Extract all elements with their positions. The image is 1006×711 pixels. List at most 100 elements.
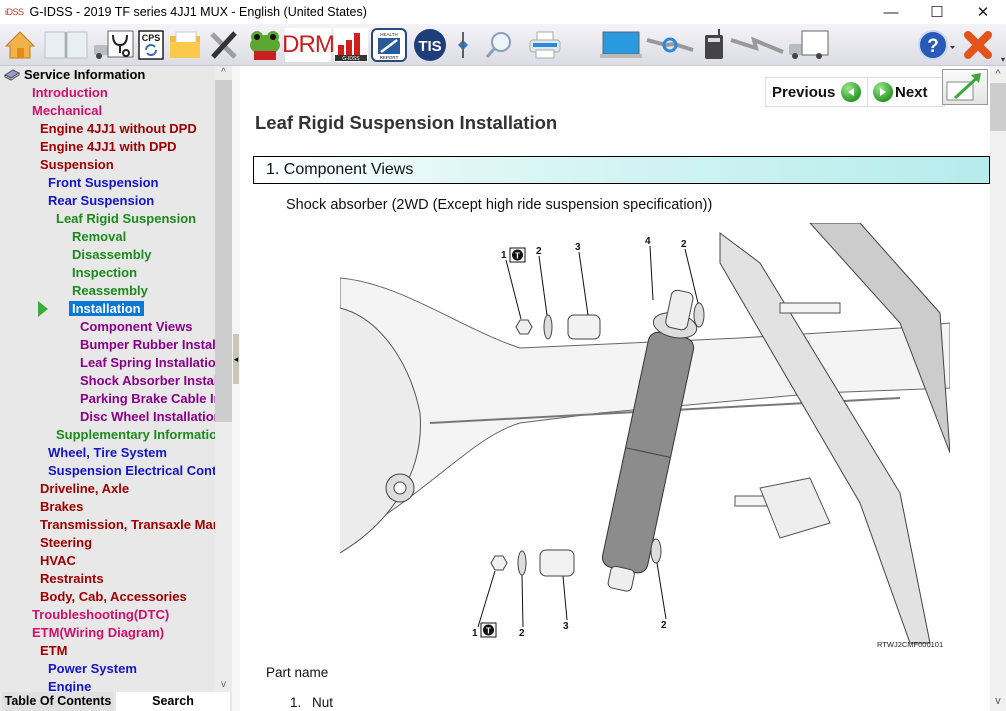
tree-root-label: Service Information bbox=[24, 67, 146, 82]
toolbar-overflow-button[interactable]: ▾ bbox=[1001, 55, 1005, 64]
tree-item[interactable]: Driveline, Axle bbox=[40, 480, 129, 498]
torque-symbol-text-lower: T bbox=[486, 627, 491, 636]
tree-item[interactable]: Shock Absorber Installation bbox=[80, 372, 215, 390]
tree-item[interactable]: Installation bbox=[69, 300, 144, 318]
callout-2-upper-right: 2 bbox=[681, 239, 687, 250]
svg-text:HEALTH: HEALTH bbox=[380, 32, 397, 37]
content-scroll-thumb[interactable] bbox=[990, 83, 1006, 131]
tree-item[interactable]: Wheel, Tire System bbox=[48, 444, 167, 462]
tree-item[interactable]: Suspension Electrical Controls bbox=[48, 462, 215, 480]
service-manual-button[interactable] bbox=[44, 28, 88, 62]
tree-item-label: Leaf Spring Installation bbox=[80, 355, 215, 370]
sidebar-tabs: Table Of Contents Search bbox=[0, 692, 232, 711]
tree-item[interactable]: Engine 4JJ1 with DPD bbox=[40, 138, 177, 156]
tree-item-label: Engine 4JJ1 with DPD bbox=[40, 139, 177, 154]
search-button[interactable] bbox=[482, 28, 516, 62]
tree-item[interactable]: Body, Cab, Accessories bbox=[40, 588, 187, 606]
tree-item[interactable]: Supplementary Information bbox=[56, 426, 215, 444]
previous-arrow-icon bbox=[841, 82, 862, 102]
sidebar-scroll-up[interactable]: ^ bbox=[215, 66, 232, 80]
tree-item[interactable]: Transmission, Transaxle Manual bbox=[40, 516, 215, 534]
tree-root-service-information[interactable]: Service Information bbox=[3, 66, 146, 84]
tree-item[interactable]: Reassembly bbox=[72, 282, 148, 300]
callout-2-upper-left: 2 bbox=[536, 246, 542, 257]
drm-icon: DRM bbox=[282, 31, 335, 58]
section-header: 1. Component Views bbox=[253, 156, 990, 184]
tree-item[interactable]: Suspension bbox=[40, 156, 114, 174]
collapse-sidebar-button[interactable]: ◂ bbox=[233, 334, 239, 384]
health-report-icon: HEALTH REPORT bbox=[371, 28, 407, 62]
diagnostics-button[interactable] bbox=[93, 28, 135, 62]
tis-button[interactable]: TIS bbox=[412, 28, 448, 62]
previous-button[interactable]: Previous bbox=[766, 78, 868, 106]
tree-item[interactable]: Bumper Rubber Installation bbox=[80, 336, 215, 354]
vehicle-button[interactable] bbox=[787, 28, 829, 62]
tab-table-of-contents[interactable]: Table Of Contents bbox=[2, 692, 114, 711]
tree-item[interactable]: Inspection bbox=[72, 264, 137, 282]
exit-button[interactable] bbox=[962, 28, 994, 62]
tree-item[interactable]: Engine bbox=[48, 678, 91, 692]
tree-item[interactable]: Introduction bbox=[32, 84, 108, 102]
tree-item[interactable]: ETM(Wiring Diagram) bbox=[32, 624, 164, 642]
home-button[interactable] bbox=[3, 28, 37, 62]
content-scroll-down[interactable]: v bbox=[990, 693, 1006, 709]
sidebar-scroll-thumb[interactable] bbox=[215, 80, 232, 422]
print-button[interactable] bbox=[527, 28, 563, 62]
tree-item-label: Leaf Rigid Suspension bbox=[56, 211, 197, 226]
sync-button[interactable] bbox=[646, 28, 694, 62]
popout-window-button[interactable] bbox=[942, 69, 988, 105]
tools-button[interactable] bbox=[206, 28, 242, 62]
tree-item[interactable]: Brakes bbox=[40, 498, 83, 516]
tree-item[interactable]: Engine 4JJ1 without DPD bbox=[40, 120, 197, 138]
tree-item[interactable]: Disc Wheel Installation bbox=[80, 408, 215, 426]
minimize-button[interactable]: — bbox=[868, 0, 914, 24]
next-button[interactable]: Next bbox=[868, 78, 944, 106]
tree-item[interactable]: Disassembly bbox=[72, 246, 152, 264]
tree-item[interactable]: Rear Suspension bbox=[48, 192, 154, 210]
tree-item[interactable]: Component Views bbox=[80, 318, 192, 336]
tree-item[interactable]: Mechanical bbox=[32, 102, 102, 120]
tree-item[interactable]: Parking Brake Cable Installation bbox=[80, 390, 215, 408]
open-folder-button[interactable] bbox=[168, 28, 202, 62]
laptop-button[interactable] bbox=[600, 28, 642, 62]
tree-item-label: Mechanical bbox=[32, 103, 103, 118]
tree-item[interactable]: Power System bbox=[48, 660, 137, 678]
tree-item-label: Supplementary Information bbox=[56, 427, 215, 442]
tree-item[interactable]: HVAC bbox=[40, 552, 76, 570]
sidebar-scroll-down[interactable]: v bbox=[215, 678, 232, 692]
tree-item[interactable]: Restraints bbox=[40, 570, 104, 588]
tree-item[interactable]: Removal bbox=[72, 228, 126, 246]
health-report-button[interactable]: HEALTH REPORT bbox=[370, 28, 408, 62]
sidebar-scrollbar[interactable]: ^ v bbox=[215, 66, 232, 692]
splitter-button[interactable] bbox=[454, 28, 470, 62]
tree-item[interactable]: Steering bbox=[40, 534, 92, 552]
tree-item[interactable]: Leaf Spring Installation bbox=[80, 354, 215, 372]
component-view-illustration: 1 T 2 3 4 2 1 T 2 3 2 bbox=[340, 223, 950, 644]
part-name-heading: Part name bbox=[266, 665, 329, 680]
frog-button[interactable] bbox=[248, 28, 282, 62]
tree-item-label: Body, Cab, Accessories bbox=[40, 589, 187, 604]
tree-item[interactable]: Leaf Rigid Suspension bbox=[56, 210, 196, 228]
cps-button[interactable]: CPS bbox=[137, 28, 165, 62]
help-icon: ? bbox=[918, 30, 955, 60]
callout-3-upper: 3 bbox=[575, 242, 581, 253]
tab-search[interactable]: Search bbox=[116, 692, 230, 711]
help-button[interactable]: ? bbox=[917, 28, 957, 62]
connection-button[interactable] bbox=[730, 28, 784, 62]
tree-item[interactable]: Troubleshooting(DTC) bbox=[32, 606, 169, 624]
g-idss-chart-button[interactable]: G-IDSS bbox=[334, 28, 368, 62]
drm-button[interactable]: DRM bbox=[282, 28, 335, 62]
content-scrollbar[interactable]: ^ v bbox=[990, 66, 1006, 711]
tree-item-label: Driveline, Axle bbox=[40, 481, 130, 496]
tree-item[interactable]: Front Suspension bbox=[48, 174, 159, 192]
pane-splitter[interactable]: ◂ bbox=[232, 66, 240, 711]
popout-icon bbox=[946, 73, 981, 101]
tree-item-label: Introduction bbox=[32, 85, 108, 100]
close-button[interactable]: ✕ bbox=[960, 0, 1006, 24]
tree-item[interactable]: ETM bbox=[40, 642, 67, 660]
bar-chart-icon: G-IDSS bbox=[335, 33, 367, 61]
content-scroll-up[interactable]: ^ bbox=[990, 66, 1006, 82]
maximize-button[interactable]: ☐ bbox=[914, 0, 960, 24]
vci-device-button[interactable] bbox=[702, 28, 726, 62]
truck-stethoscope-icon bbox=[94, 30, 134, 59]
